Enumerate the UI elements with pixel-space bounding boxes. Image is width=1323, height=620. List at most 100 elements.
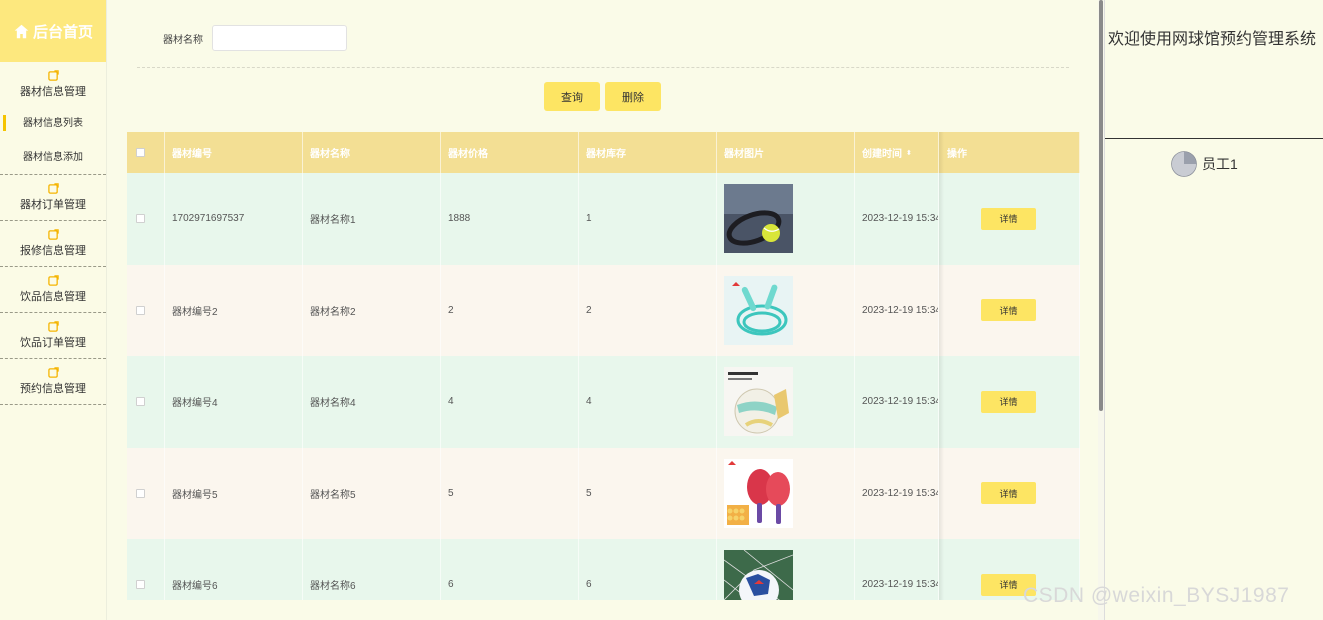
stock-cell: 2 [579,264,717,356]
brand-label: 后台首页 [32,23,93,41]
name-cell: 器材名称4 [303,356,441,448]
row-checkbox[interactable] [136,488,145,498]
tennis-racket-image [724,184,793,254]
header-name: 器材名称 [303,132,441,173]
home-icon [14,24,29,38]
name-cell: 器材名称2 [303,264,441,356]
price-cell: 2 [441,264,579,356]
query-button[interactable]: 查询 [544,82,600,111]
stock-cell: 6 [579,539,717,600]
sort-icon[interactable]: ⬍ [906,149,912,157]
image-cell [717,173,855,265]
stock-cell: 1 [579,173,717,265]
sidebar-item-equipment-add[interactable]: 器材信息添加 [0,141,106,175]
row-select-cell [127,539,165,600]
folder-icon [47,229,59,240]
header-created[interactable]: 创建时间 ⬍ [855,132,939,173]
row-select-cell [127,447,165,539]
home-link[interactable]: 后台首页 [0,0,106,62]
action-cell: 详情 [939,173,1080,265]
stock-cell: 5 [579,447,717,539]
jump-rope-image [724,275,793,345]
table-header: 器材编号 器材名称 器材价格 器材库存 器材图片 创建时间 ⬍ 操作 [127,132,1080,173]
header-action: 操作 [939,132,1080,173]
action-cell: 详情 [939,447,1080,539]
detail-button[interactable]: 详情 [981,207,1036,230]
menu-group-label: 器材订单管理 [20,199,86,211]
folder-icon [47,367,59,378]
code-cell: 器材编号2 [165,264,303,356]
detail-button[interactable]: 详情 [981,299,1036,322]
table-row: 器材编号2 器材名称2 2 2 2023-12-19 15:34 详情 [127,264,1080,356]
action-buttons: 查询 删除 [544,82,661,111]
menu-group-equipment-orders[interactable]: 器材订单管理 [0,175,106,221]
menu-group-reservation-info[interactable]: 预约信息管理 [0,359,106,405]
soccer-ball-image [724,550,793,600]
price-cell: 6 [441,539,579,600]
volleyball-image [724,367,793,437]
created-cell: 2023-12-19 15:34 [855,356,939,448]
row-select-cell [127,356,165,448]
right-panel: 欢迎使用网球馆预约管理系统 员工1 [1104,0,1323,620]
watermark: CSDN @weixin_BYSJ1987 [1023,584,1290,607]
avatar [1171,151,1197,177]
created-cell: 2023-12-19 15:34 [855,447,939,539]
row-select-cell [127,173,165,265]
name-cell: 器材名称1 [303,173,441,265]
row-checkbox[interactable] [136,305,145,315]
table-row: 1702971697537 器材名称1 1888 1 2023-12-19 15… [127,173,1080,265]
menu-group-drink-orders[interactable]: 饮品订单管理 [0,313,106,359]
menu-group-label: 报修信息管理 [20,245,86,257]
action-cell: 详情 [939,356,1080,448]
user-info[interactable]: 员工1 [1171,151,1238,177]
menu-group-label: 饮品订单管理 [20,337,86,349]
menu-group-label: 饮品信息管理 [20,291,86,303]
header-created-label: 创建时间 [862,149,902,160]
created-cell: 2023-12-19 15:34 [855,264,939,356]
row-checkbox[interactable] [136,397,145,407]
select-all-checkbox[interactable] [136,148,145,157]
price-cell: 4 [441,356,579,448]
search-form: 器材名称 [163,25,347,51]
row-checkbox[interactable] [136,580,145,590]
code-cell: 器材编号6 [165,539,303,600]
folder-icon [47,275,59,286]
table-row: 器材编号6 器材名称6 6 6 2023-12-19 15:34 详情 [127,539,1080,600]
select-all-cell [127,132,165,173]
table-tennis-paddle-image [724,458,793,528]
price-cell: 5 [441,447,579,539]
menu-group-equipment-info[interactable]: 器材信息管理 器材信息列表 器材信息添加 [0,62,106,175]
row-select-cell [127,264,165,356]
row-checkbox[interactable] [136,214,145,224]
created-cell: 2023-12-19 15:34 [855,539,939,600]
main-content: 器材名称 查询 删除 器材编号 器材名称 器材价格 器材库存 器材图片 创建时间… [107,0,1097,620]
menu-group-drink-info[interactable]: 饮品信息管理 [0,267,106,313]
folder-icon [47,183,59,194]
detail-button[interactable]: 详情 [981,482,1036,505]
name-cell: 器材名称6 [303,539,441,600]
divider [137,67,1069,68]
created-cell: 2023-12-19 15:34 [855,173,939,265]
price-cell: 1888 [441,173,579,265]
code-cell: 器材编号5 [165,447,303,539]
search-label: 器材名称 [163,34,203,46]
action-cell: 详情 [939,264,1080,356]
header-code: 器材编号 [165,132,303,173]
table-row: 器材编号4 器材名称4 4 4 2023-12-19 15:34 详情 [127,356,1080,448]
scrollbar-thumb[interactable] [1099,0,1103,411]
code-cell: 1702971697537 [165,173,303,265]
equipment-table: 器材编号 器材名称 器材价格 器材库存 器材图片 创建时间 ⬍ 操作 170297… [127,132,1080,600]
header-price: 器材价格 [441,132,579,173]
welcome-text: 欢迎使用网球馆预约管理系统 [1108,31,1317,48]
menu-group-repair-info[interactable]: 报修信息管理 [0,221,106,267]
sidebar-item-equipment-list[interactable]: 器材信息列表 [0,107,106,141]
delete-button[interactable]: 删除 [605,82,661,111]
equipment-name-input[interactable] [212,25,347,51]
menu-group-label: 预约信息管理 [20,383,86,395]
divider [1105,138,1323,139]
folder-icon [47,70,59,81]
image-cell [717,356,855,448]
menu-group-label: 器材信息管理 [20,86,86,98]
folder-icon [47,321,59,332]
detail-button[interactable]: 详情 [981,390,1036,413]
